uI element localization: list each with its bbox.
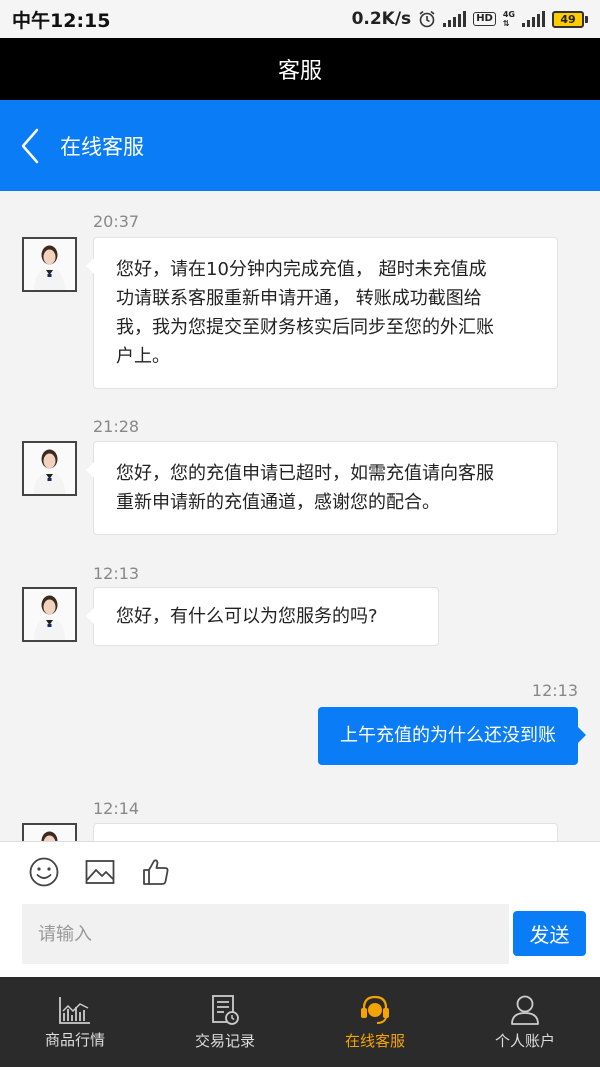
- input-toolbar: [28, 856, 172, 888]
- nav-item-records[interactable]: 交易记录: [150, 977, 300, 1067]
- nav-label: 在线客服: [344, 1031, 405, 1050]
- input-area: 发送: [0, 841, 600, 977]
- message-input[interactable]: [22, 904, 509, 964]
- message-bubble: 您好，请在10分钟内完成充值， 超时未充值成 功请联系客服重新申请开通， 转账成…: [86, 237, 558, 389]
- agent-avatar: [22, 823, 77, 841]
- record-icon: [212, 994, 239, 1025]
- agent-avatar: [22, 587, 77, 642]
- send-button[interactable]: 发送: [513, 911, 586, 956]
- battery-icon: 49: [552, 10, 588, 28]
- nav-label: 个人账户: [494, 1031, 555, 1050]
- status-icons: 0.2K/s HD 4G ⇅ 49: [352, 9, 588, 29]
- message-time: 21:28: [93, 417, 140, 436]
- status-time: 中午12:15: [12, 9, 111, 32]
- hd-badge: HD: [473, 12, 496, 26]
- nav-item-service[interactable]: 在线客服: [300, 977, 450, 1067]
- smile-icon[interactable]: [28, 856, 60, 888]
- chat-messages[interactable]: 20:37 您好，请在10分钟内完成充值， 超时未充值成 功请联系客服重新申请开…: [0, 191, 600, 841]
- app-title-bar: 客服: [0, 38, 600, 100]
- service-icon: [361, 995, 389, 1024]
- signal-icon: [443, 11, 467, 27]
- app-title: 客服: [277, 59, 322, 84]
- signal-icon-2: [522, 11, 545, 27]
- nav-label: 交易记录: [194, 1031, 255, 1050]
- chat-title: 在线客服: [60, 134, 144, 159]
- alarm-icon: [419, 10, 435, 28]
- message-time: 12:13: [531, 681, 578, 700]
- thumbs-up-icon[interactable]: [140, 856, 172, 888]
- battery-level: 49: [560, 12, 576, 26]
- image-icon[interactable]: [84, 856, 116, 888]
- my-message-bubble: 上午充值的为什么还没到账: [318, 707, 586, 765]
- status-bar: 中午12:15 0.2K/s HD 4G ⇅ 49: [0, 0, 600, 38]
- chevron-left-icon: [21, 128, 39, 163]
- message-bubble: 您好，您的充值申请已超时，如需充值请向客服 重新申请新的充值通道，感谢您的配合。: [86, 441, 558, 535]
- user-icon: [511, 995, 539, 1025]
- bottom-nav: 商品行情 交易记录 在线客服 个人账户: [0, 977, 600, 1067]
- back-button[interactable]: [0, 100, 60, 191]
- network-speed: 0.2K/s: [351, 9, 412, 29]
- message-bubble: [93, 823, 558, 841]
- chart-icon: [59, 996, 90, 1024]
- nav-label: 商品行情: [44, 1030, 105, 1049]
- nav-item-market[interactable]: 商品行情: [0, 977, 150, 1067]
- message-time: 12:14: [93, 799, 140, 818]
- nav-item-account[interactable]: 个人账户: [450, 977, 600, 1067]
- chat-header: 在线客服: [0, 100, 600, 191]
- message-bubble: 您好，有什么可以为您服务的吗?: [86, 587, 439, 646]
- agent-avatar: [22, 237, 77, 292]
- network-type: 4G ⇅: [502, 10, 515, 28]
- agent-avatar: [22, 441, 77, 496]
- message-time: 12:13: [93, 564, 140, 583]
- message-time: 20:37: [93, 212, 140, 231]
